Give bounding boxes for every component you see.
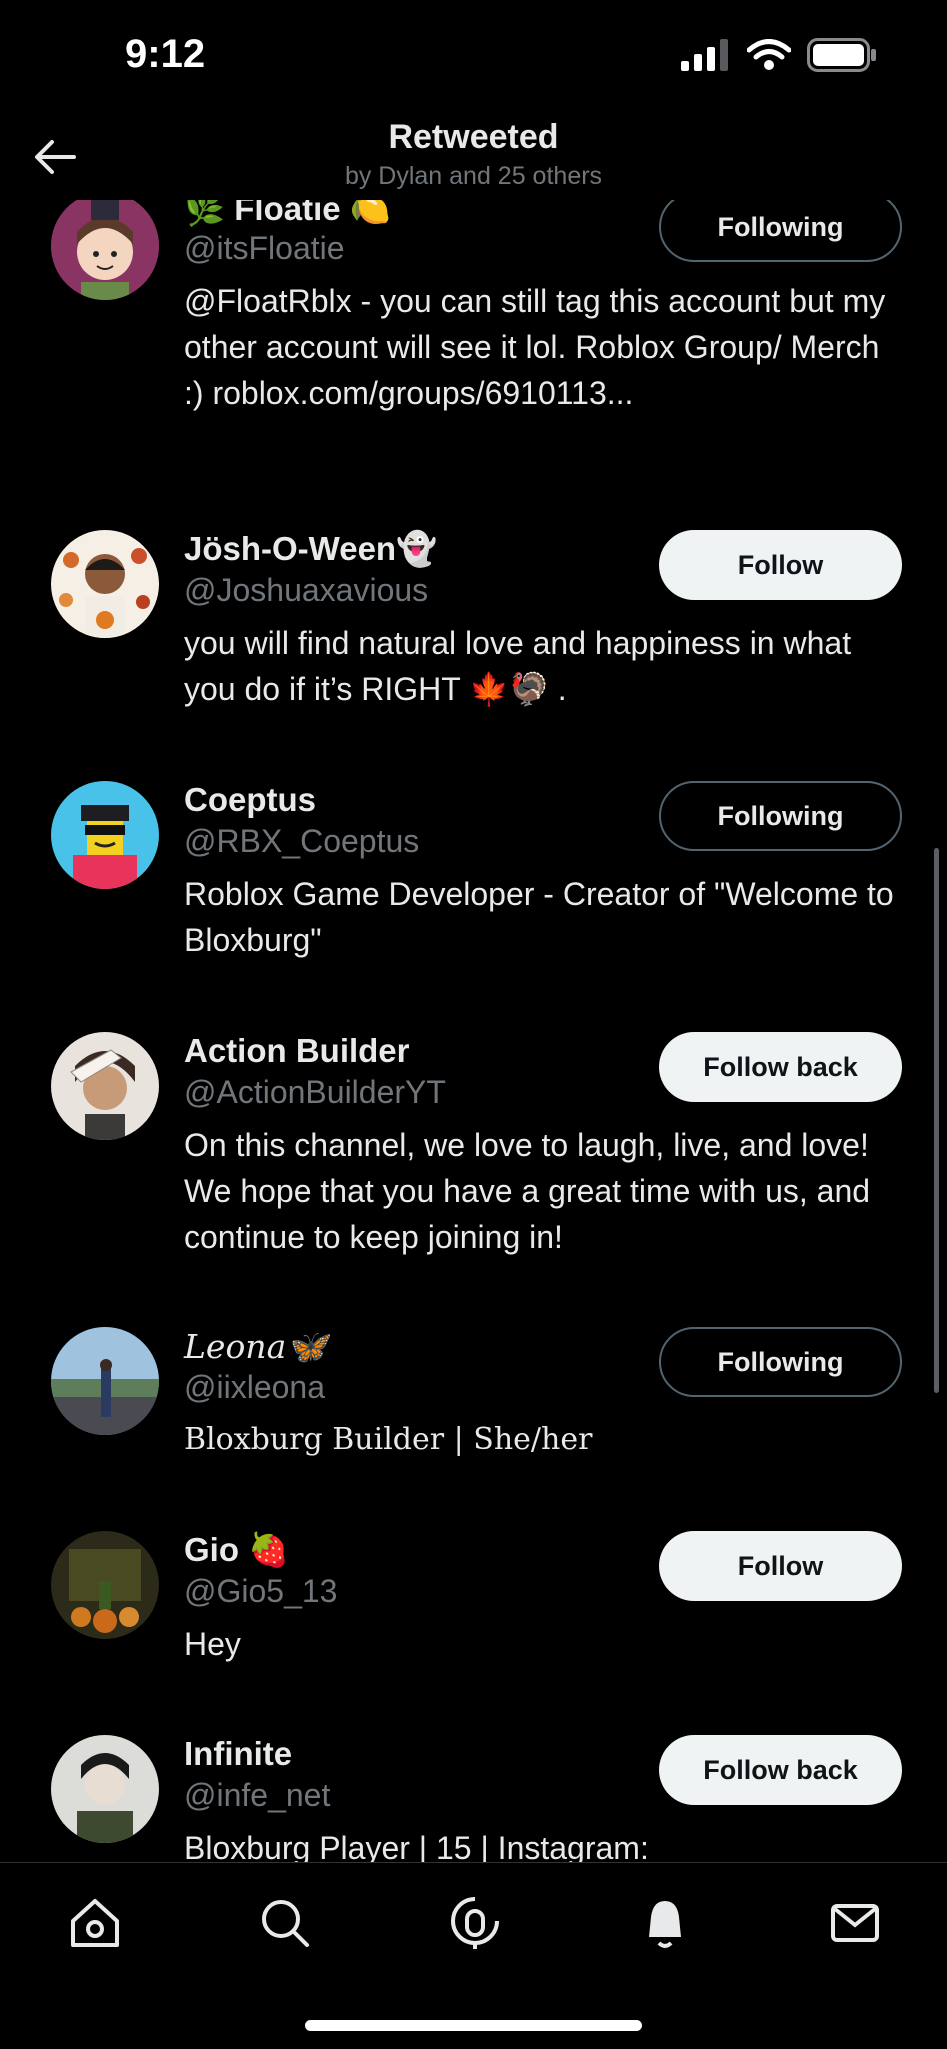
user-handle[interactable]: @RBX_Coeptus xyxy=(184,823,419,860)
follow-button[interactable]: Follow xyxy=(659,530,902,600)
avatar[interactable] xyxy=(51,1032,159,1140)
list-item[interactable]: Coeptus @RBX_Coeptus Roblox Game Develop… xyxy=(0,781,947,1011)
list-item[interactable]: Jösh-O-Ween👻 @Joshuaxavious you will fin… xyxy=(0,530,947,760)
search-icon[interactable] xyxy=(255,1893,315,1953)
user-bio: Bloxburg Player | 15 | Instagram: xyxy=(184,1830,649,1862)
top-header: Retweeted by Dylan and 25 others xyxy=(0,110,947,200)
user-handle[interactable]: @itsFloatie xyxy=(184,230,345,267)
status-bar: 9:12 xyxy=(0,0,947,110)
home-icon[interactable] xyxy=(65,1893,125,1953)
user-bio: Roblox Game Developer - Creator of "Welc… xyxy=(184,876,894,958)
page-subtitle: by Dylan and 25 others xyxy=(344,162,603,190)
list-item[interactable]: Gio 🍓 @Gio5_13 Hey Follow xyxy=(0,1531,947,1691)
user-bio: Bloxburg Builder | She/her xyxy=(184,1422,593,1457)
user-bio: @FloatRblx - you can still tag this acco… xyxy=(184,283,886,411)
wifi-icon xyxy=(747,39,791,70)
status-icons xyxy=(681,38,877,72)
status-time: 9:12 xyxy=(125,32,206,76)
scrollbar[interactable] xyxy=(934,848,939,1393)
user-bio: On this channel, we love to laugh, live,… xyxy=(184,1127,871,1255)
user-handle[interactable]: @Gio5_13 xyxy=(184,1573,337,1610)
display-name[interactable]: Leona🦋 xyxy=(184,1327,327,1367)
following-button[interactable]: Following xyxy=(659,1327,902,1397)
display-name[interactable]: Action Builder xyxy=(184,1032,410,1070)
avatar[interactable] xyxy=(51,1735,159,1843)
user-bio: Hey xyxy=(184,1626,241,1662)
display-name[interactable]: Jösh-O-Ween👻 xyxy=(184,530,437,569)
display-name[interactable]: Infinite xyxy=(184,1735,292,1773)
user-handle[interactable]: @ActionBuilderYT xyxy=(184,1074,446,1111)
avatar[interactable] xyxy=(51,1327,159,1435)
list-item[interactable]: Infinite @infe_net Bloxburg Player | 15 … xyxy=(0,1735,947,1862)
user-bio: you will find natural love and happiness… xyxy=(184,625,852,707)
user-handle[interactable]: @Joshuaxavious xyxy=(184,572,428,609)
user-handle[interactable]: @iixleona xyxy=(184,1369,325,1406)
avatar[interactable] xyxy=(51,530,159,638)
notifications-icon[interactable] xyxy=(635,1893,695,1953)
follow-back-button[interactable]: Follow back xyxy=(659,1032,902,1102)
retweeters-list[interactable]: 🌿 Floatie 🍋 @itsFloatie @FloatRblx - you… xyxy=(0,0,947,1862)
avatar[interactable] xyxy=(51,781,159,889)
list-item[interactable]: Leona🦋 @iixleona Bloxburg Builder | She/… xyxy=(0,1327,947,1487)
follow-button[interactable]: Follow xyxy=(659,1531,902,1601)
display-name[interactable]: Coeptus xyxy=(184,781,316,819)
avatar[interactable] xyxy=(51,192,159,300)
home-indicator[interactable] xyxy=(305,2020,642,2031)
list-item[interactable]: 🌿 Floatie 🍋 @itsFloatie @FloatRblx - you… xyxy=(0,190,947,510)
spaces-icon[interactable] xyxy=(445,1893,505,1953)
cellular-signal-icon xyxy=(681,39,728,71)
list-item[interactable]: Action Builder @ActionBuilderYT On this … xyxy=(0,1032,947,1312)
page-title: Retweeted xyxy=(388,118,559,156)
battery-icon xyxy=(807,38,876,72)
display-name[interactable]: Gio 🍓 xyxy=(184,1531,289,1570)
avatar[interactable] xyxy=(51,1531,159,1639)
messages-icon[interactable] xyxy=(825,1893,885,1953)
user-handle[interactable]: @infe_net xyxy=(184,1777,330,1814)
following-button[interactable]: Following xyxy=(659,781,902,851)
follow-back-button[interactable]: Follow back xyxy=(659,1735,902,1805)
following-button[interactable]: Following xyxy=(659,192,902,262)
